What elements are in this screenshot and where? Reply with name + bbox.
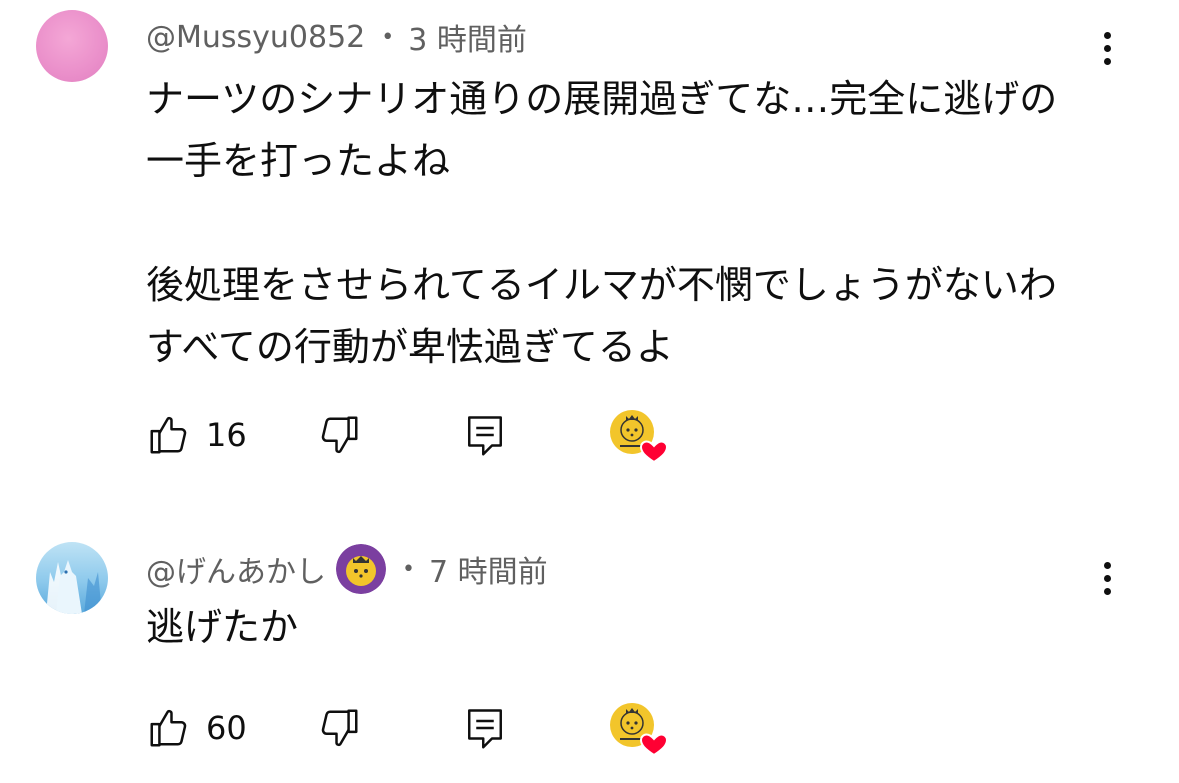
dislike-button[interactable] xyxy=(316,405,362,465)
creator-heart-icon xyxy=(610,703,669,757)
comment-header: @Mussyu0852 • 3 時間前 xyxy=(146,14,527,60)
member-badge-icon xyxy=(336,544,386,594)
comment-action-bar: 16 xyxy=(146,405,706,465)
user-avatar[interactable] xyxy=(36,10,108,82)
like-button[interactable]: 16 xyxy=(146,405,247,465)
reply-button[interactable] xyxy=(464,698,506,758)
creator-heart-icon xyxy=(610,410,669,464)
comment-thread-item: @げんあかし • 7 時間前 逃げたか 60 xyxy=(0,530,1179,783)
like-button[interactable]: 60 xyxy=(146,698,247,758)
dislike-button[interactable] xyxy=(316,698,362,758)
comment-text: ナーツのシナリオ通りの展開過ぎてな…完全に逃げの 一手を打ったよね 後処理をさせ… xyxy=(146,77,1058,369)
thumbs-up-icon xyxy=(150,709,187,747)
comment-username[interactable]: @げんあかし xyxy=(146,547,326,591)
user-avatar[interactable] xyxy=(36,542,108,614)
reply-button[interactable] xyxy=(464,405,506,465)
wolf-avatar-image xyxy=(46,560,102,614)
header-separator: • xyxy=(381,24,395,50)
comment-thread-item: @Mussyu0852 • 3 時間前 ナーツのシナリオ通りの展開過ぎてな…完全… xyxy=(0,0,1179,500)
reply-icon xyxy=(468,416,502,456)
comment-text: 逃げたか xyxy=(146,605,299,649)
thumbs-down-icon xyxy=(321,709,358,747)
comment-header: @げんあかし • 7 時間前 xyxy=(146,544,548,594)
comment-username[interactable]: @Mussyu0852 xyxy=(146,20,365,55)
like-count: 16 xyxy=(206,416,247,454)
thumbs-up-icon xyxy=(150,416,187,454)
creator-heart xyxy=(608,698,670,758)
header-separator: • xyxy=(402,556,415,582)
comment-timestamp: 3 時間前 xyxy=(408,23,527,58)
more-vertical-icon xyxy=(1103,561,1111,569)
more-vertical-icon xyxy=(1103,31,1111,39)
like-count: 60 xyxy=(206,709,247,747)
creator-heart xyxy=(608,405,670,465)
comment-timestamp: 7 時間前 xyxy=(428,555,548,590)
thumbs-down-icon xyxy=(321,416,358,454)
reply-icon xyxy=(468,709,502,749)
comment-action-bar: 60 xyxy=(146,698,706,758)
